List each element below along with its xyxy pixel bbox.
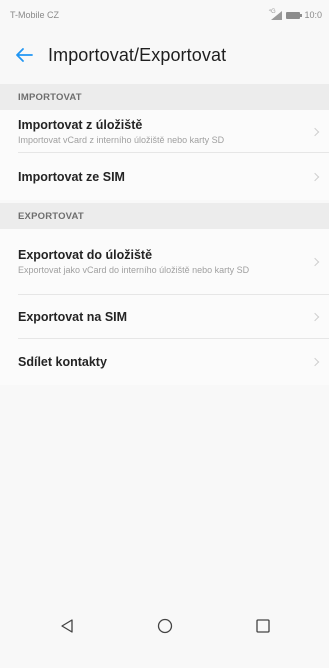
clock: 10:0 [304,10,322,20]
chevron-right-icon [310,172,320,181]
screen: T-Mobile CZ ⁴G 10:0 Importovat/Exportova… [0,0,329,668]
list-item-title: Exportovat do úložiště [18,248,153,262]
status-icons: ⁴G 10:0 [268,8,322,21]
signal-icon: ⁴G [268,8,283,20]
chevron-right-icon [310,357,320,367]
export-to-storage-item[interactable]: Exportovat do úložiště Exportovat jako v… [0,229,329,295]
nav-back-button[interactable] [47,606,87,646]
page-title: Importovat/Exportovat [48,44,227,65]
battery-icon [286,11,303,19]
list-item-title: Importovat ze SIM [18,169,125,184]
import-from-sim-item[interactable]: Importovat ze SIM [0,153,329,200]
section-header-import: IMPORTOVAT [0,84,329,110]
nav-recent-button[interactable] [243,606,283,646]
section-header-export: EXPORTOVAT [0,203,329,229]
toolbar: Importovat/Exportovat [0,36,329,74]
square-recent-icon [255,619,270,633]
arrow-left-icon [16,48,33,62]
chevron-right-icon [310,257,320,267]
list-item-title: Importovat z úložiště [18,117,143,132]
status-bar: T-Mobile CZ ⁴G 10:0 [0,0,329,30]
triangle-back-icon [60,619,73,633]
list-item-subtitle: Exportovat jako vCard do interního úloži… [18,265,250,275]
export-to-sim-item[interactable]: Exportovat na SIM [0,295,329,339]
list-item-title: Exportovat na SIM [18,310,128,324]
nav-home-button[interactable] [145,606,185,646]
share-contacts-item[interactable]: Sdílet kontakty [0,339,329,385]
carrier-label: T-Mobile CZ [10,10,60,20]
list-item-title: Sdílet kontakty [18,355,107,369]
import-from-storage-item[interactable]: Importovat z úložiště Importovat vCard z… [0,110,329,153]
chevron-right-icon [310,127,320,136]
network-tag: ⁴G [268,8,276,15]
chevron-right-icon [310,312,320,322]
back-button[interactable] [0,36,48,74]
circle-home-icon [157,618,172,634]
list-item-subtitle: Importovat vCard z interního úložiště ne… [18,134,225,145]
navigation-bar [0,602,329,650]
